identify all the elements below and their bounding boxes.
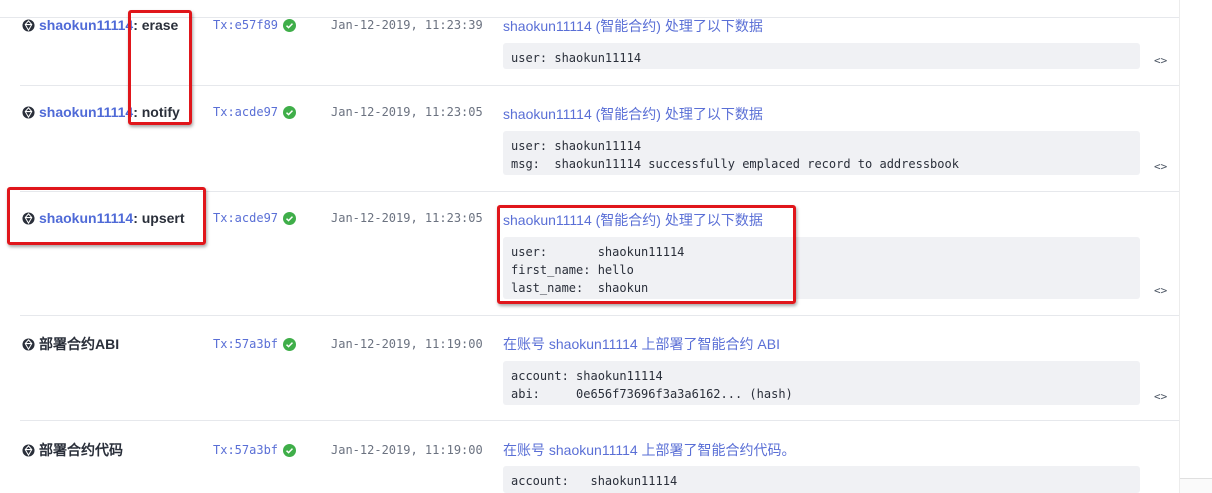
check-circle-icon — [283, 443, 297, 457]
action-actor[interactable]: shaokun11114 — [39, 104, 133, 120]
eos-icon — [22, 337, 35, 351]
description-text: 上部署了智能合约 ABI — [637, 336, 780, 352]
data-line: account: shaokun11114 — [511, 367, 1132, 385]
tx-link[interactable]: Tx:57a3bf — [213, 443, 297, 457]
scrollbar[interactable] — [1179, 0, 1212, 493]
data-value: shaokun11114 — [590, 474, 678, 488]
timestamp: Jan-12-2019, 11:23:05 — [331, 211, 483, 225]
data-key: account: — [511, 369, 577, 383]
data-key: abi: — [511, 387, 577, 401]
data-line: msg: shaokun11114 successfully emplaced … — [511, 155, 1132, 173]
data-key: account: — [511, 474, 591, 488]
expand-toggle-icon[interactable]: <> — [1154, 284, 1167, 297]
highlight-box — [7, 187, 206, 245]
description-text: (智能合约) 处理了以下数据 — [591, 18, 763, 34]
expand-toggle-icon[interactable]: <> — [1154, 160, 1167, 173]
action-description: shaokun11114 (智能合约) 处理了以下数据 — [503, 16, 763, 36]
tx-link[interactable]: Tx:57a3bf — [213, 337, 297, 351]
data-key: user: — [511, 51, 555, 65]
row-divider — [20, 85, 1180, 86]
action-data-box: user: shaokun11114 msg: shaokun11114 suc… — [503, 131, 1140, 175]
data-value: shaokun11114 successfully emplaced recor… — [554, 157, 959, 171]
data-line: user: shaokun11114 — [511, 137, 1132, 155]
action-data-box: account: shaokun11114 abi: 0e656f73696f3… — [503, 361, 1140, 405]
data-line: user: shaokun11114 — [511, 49, 1132, 67]
check-circle-icon — [283, 105, 297, 119]
description-prefix: 在账号 — [503, 442, 549, 458]
data-line: abi: 0e656f73696f3a3a6162... (hash) — [511, 385, 1132, 403]
action-cell[interactable]: 部署合约ABI — [22, 334, 119, 354]
expand-toggle-icon[interactable]: <> — [1154, 54, 1167, 67]
tx-id[interactable]: Tx:57a3bf — [213, 443, 278, 457]
data-value: shaokun11114 — [554, 51, 642, 65]
data-value: shaokun11114 — [576, 369, 663, 383]
action-data-box: account: shaokun11114 — [503, 466, 1140, 493]
action-actor[interactable]: shaokun11114 — [39, 17, 133, 33]
data-key: user: — [511, 139, 555, 153]
tx-link[interactable]: Tx:e57f89 — [213, 18, 297, 32]
action-description: shaokun11114 (智能合约) 处理了以下数据 — [503, 104, 763, 124]
row-divider — [20, 420, 1180, 421]
scrollbar-corner — [1180, 478, 1212, 493]
action-cell[interactable]: 部署合约代码 — [22, 440, 123, 460]
timestamp: Jan-12-2019, 11:23:39 — [331, 18, 483, 32]
description-text: (智能合约) 处理了以下数据 — [591, 106, 763, 122]
description-account[interactable]: shaokun11114 — [549, 336, 638, 352]
expand-toggle-icon[interactable]: <> — [1154, 390, 1167, 403]
action-description: 在账号 shaokun11114 上部署了智能合约代码。 — [503, 440, 796, 460]
tx-id[interactable]: Tx:57a3bf — [213, 337, 278, 351]
data-value: shaokun11114 — [554, 139, 642, 153]
tx-id[interactable]: Tx:acde97 — [213, 211, 278, 225]
data-line: account: shaokun11114 — [511, 472, 1132, 490]
eos-icon — [22, 443, 35, 457]
highlight-box — [497, 205, 796, 304]
eos-icon — [22, 105, 35, 119]
eos-icon — [22, 18, 35, 32]
timestamp: Jan-12-2019, 11:19:00 — [331, 337, 483, 351]
tx-link[interactable]: Tx:acde97 — [213, 211, 297, 225]
timestamp: Jan-12-2019, 11:23:05 — [331, 105, 483, 119]
tx-id[interactable]: Tx:e57f89 — [213, 18, 278, 32]
description-text: 上部署了智能合约代码。 — [637, 442, 796, 458]
action-description: 在账号 shaokun11114 上部署了智能合约 ABI — [503, 334, 780, 354]
action-name: 部署合约代码 — [39, 442, 123, 458]
tx-link[interactable]: Tx:acde97 — [213, 105, 297, 119]
description-account[interactable]: shaokun11114 — [503, 106, 592, 122]
row-divider — [20, 315, 1180, 316]
action-data-box: user: shaokun11114 — [503, 43, 1140, 69]
timestamp: Jan-12-2019, 11:19:00 — [331, 443, 483, 457]
description-prefix: 在账号 — [503, 336, 549, 352]
description-account[interactable]: shaokun11114 — [503, 18, 592, 34]
check-circle-icon — [283, 211, 297, 225]
description-account[interactable]: shaokun11114 — [549, 442, 638, 458]
highlight-box — [128, 10, 192, 125]
action-name: 部署合约ABI — [39, 336, 120, 352]
data-value: 0e656f73696f3a3a6162... (hash) — [576, 387, 793, 401]
check-circle-icon — [283, 18, 297, 32]
data-key: msg: — [511, 157, 555, 171]
tx-id[interactable]: Tx:acde97 — [213, 105, 278, 119]
check-circle-icon — [283, 337, 297, 351]
